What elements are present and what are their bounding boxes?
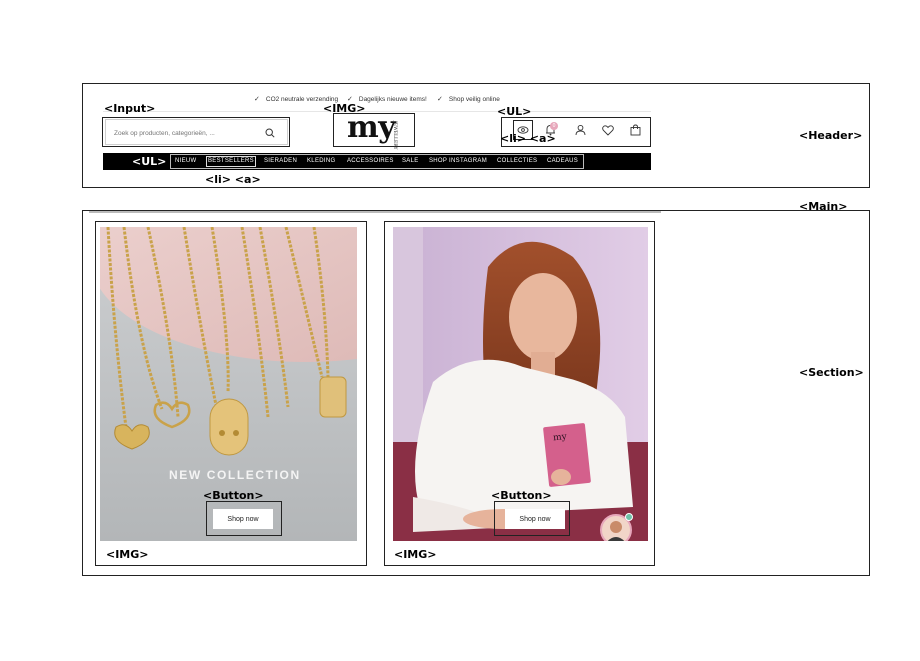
chat-status-dot: [625, 513, 633, 521]
ul-annotation: <UL>: [132, 155, 167, 168]
nav-item-collecties[interactable]: COLLECTIES: [497, 158, 537, 164]
nav-item-nieuw[interactable]: NIEUW: [175, 158, 197, 164]
li-a-annotation: <li> <a>: [205, 173, 261, 186]
heart-icon[interactable]: [601, 123, 615, 137]
nav-item-sale[interactable]: SALE: [402, 158, 419, 164]
usp-text: Dagelijks nieuwe items!: [358, 95, 427, 103]
bag-icon[interactable]: [628, 123, 642, 137]
brand-logo-sub: JEWELLERY: [392, 121, 397, 150]
search-input[interactable]: [114, 126, 264, 140]
notification-badge: 0: [550, 122, 558, 130]
nav-item-sieraden[interactable]: SIERADEN: [264, 158, 297, 164]
user-icon[interactable]: [573, 123, 587, 137]
usp-text: Shop veilig online: [448, 95, 500, 103]
img-annotation: <IMG>: [394, 548, 437, 561]
usp-safe-shopping: ✓ Shop veilig online: [437, 95, 500, 104]
card-headline: NEW COLLECTION: [169, 468, 301, 482]
brand-logo[interactable]: my: [347, 110, 396, 145]
button-outline: [494, 501, 570, 536]
search-field[interactable]: [105, 119, 288, 145]
button-outline: [206, 501, 282, 536]
img-annotation: <IMG>: [106, 548, 149, 561]
search-icon[interactable]: [265, 128, 275, 138]
main-top-line: [89, 211, 661, 213]
section-annotation: <Section>: [799, 366, 864, 379]
nav-item-cadeaus[interactable]: CADEAUS: [547, 158, 578, 164]
card-brand-text: my: [553, 432, 568, 443]
nav-item-kleding[interactable]: KLEDING: [307, 158, 335, 164]
eye-icon[interactable]: [516, 123, 530, 137]
header-annotation: <Header>: [799, 129, 863, 142]
nav-item-bestsellers[interactable]: BESTSELLERS: [208, 158, 254, 164]
check-icon: ✓: [437, 96, 443, 103]
check-icon: ✓: [254, 96, 260, 103]
input-annotation: <Input>: [104, 102, 156, 115]
nav-item-accessoires[interactable]: ACCESSOIRES: [347, 158, 394, 164]
nav-item-shop-instagram[interactable]: SHOP INSTAGRAM: [429, 158, 487, 164]
